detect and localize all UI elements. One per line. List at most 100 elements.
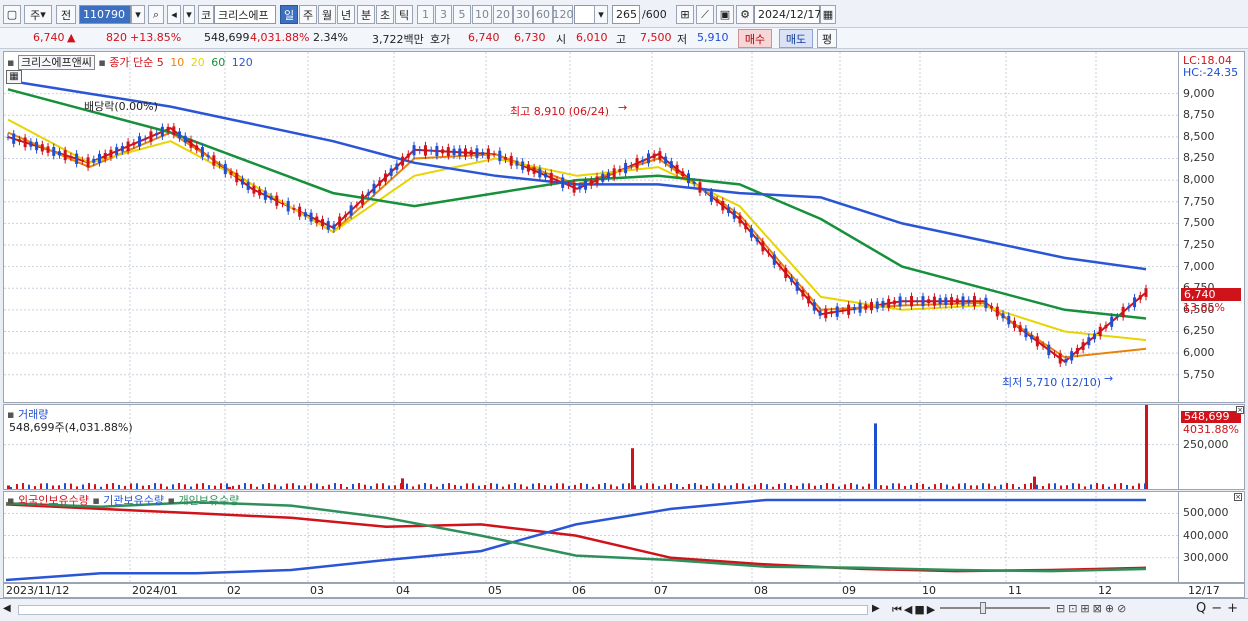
volume-bar: [1072, 483, 1074, 489]
x-axis-label: 2023/11/12: [6, 584, 70, 597]
bid-label: 호가: [430, 33, 451, 46]
horizontal-scrollbar[interactable]: [18, 605, 868, 615]
volume-bar: [976, 485, 978, 489]
grid-toggle-icon[interactable]: ▦: [6, 70, 22, 84]
interval-10-button[interactable]: 10: [472, 5, 492, 24]
save-icon[interactable]: ▣: [716, 5, 734, 24]
candle-body: [92, 159, 96, 163]
price-legend: ▪ 크리스에프앤씨 ▪ 종가 단순 5 10 20 60 120: [7, 54, 253, 70]
name-prefix-button[interactable]: 코: [198, 5, 214, 24]
candle-body: [86, 157, 90, 168]
volume-bar: [580, 483, 582, 489]
candle-body: [767, 252, 771, 254]
interval-1-button[interactable]: 1: [417, 5, 434, 24]
volume-bar: [280, 486, 282, 489]
zoom-slider[interactable]: [940, 607, 1050, 609]
playback-controls[interactable]: ⏮◀■▶: [892, 603, 937, 617]
volume-bar: [454, 484, 456, 489]
interval-30-button[interactable]: 30: [513, 5, 533, 24]
interval-120-button[interactable]: 120: [553, 5, 574, 24]
ma-10-label: 10: [170, 56, 185, 69]
buy-button[interactable]: 매수: [738, 29, 772, 48]
evaluate-button[interactable]: 평: [817, 29, 837, 48]
volume-bar: [1006, 483, 1008, 489]
x-axis-last-date: 12/17: [1188, 584, 1220, 597]
speaker-icon[interactable]: ◂: [167, 5, 181, 24]
market-select[interactable]: 주 ▾: [24, 5, 52, 24]
period-minute-button[interactable]: 분: [357, 5, 375, 24]
period-second-button[interactable]: 초: [376, 5, 394, 24]
scroll-right-icon[interactable]: ▶: [872, 603, 884, 617]
gear-icon[interactable]: ⚙: [736, 5, 754, 24]
code-dropdown-icon[interactable]: ▾: [131, 5, 145, 24]
pane-close-icon[interactable]: ×: [1236, 406, 1244, 414]
candle-body: [338, 216, 342, 227]
interval-20-button[interactable]: 20: [493, 5, 513, 24]
candle-body: [23, 137, 27, 148]
search-icon[interactable]: ⌕: [148, 5, 164, 24]
candle-body: [1087, 337, 1091, 346]
count-input[interactable]: 265: [612, 5, 640, 24]
ma-legend-label: 종가 단순: [109, 56, 154, 69]
volume-bar: [190, 486, 192, 489]
candle-body: [709, 191, 713, 202]
candle-body: [429, 150, 433, 152]
candle-body: [1138, 295, 1142, 300]
candle-body: [355, 204, 359, 206]
volume-bar: [544, 485, 546, 489]
pane-close-icon[interactable]: ×: [1234, 493, 1242, 501]
volume-bar: [214, 485, 216, 489]
market-mode-button[interactable]: 전: [56, 5, 76, 24]
layout-tools-icon[interactable]: ⊟⊡⊞⊠⊕⊘: [1056, 602, 1129, 615]
period-day-button[interactable]: 일: [280, 5, 298, 24]
candle-body: [80, 160, 84, 162]
candle-body: [149, 131, 153, 142]
candle-body: [258, 189, 262, 196]
candle-body: [858, 303, 862, 313]
volume-bar: [1102, 484, 1104, 489]
zoom-slider-handle[interactable]: [980, 602, 986, 614]
candle-body: [212, 155, 216, 166]
volume-bar: [604, 483, 606, 489]
candle-body: [46, 146, 50, 153]
stock-code-input[interactable]: 110790: [79, 5, 131, 24]
candle-body: [195, 145, 199, 150]
candle-body: [526, 164, 530, 172]
volume-bar: [508, 484, 510, 489]
window-icon[interactable]: ▢: [3, 5, 21, 24]
x-axis-label: 06: [572, 584, 586, 597]
period-tick-button[interactable]: 틱: [395, 5, 413, 24]
candle-body: [698, 182, 702, 193]
interval-dropdown-icon[interactable]: ▾: [594, 5, 608, 24]
volume-percent: 4,031.88%: [250, 31, 310, 44]
volume-bar: [958, 483, 960, 489]
sell-button[interactable]: 매도: [779, 29, 813, 48]
speaker-dropdown-icon[interactable]: ▾: [183, 5, 195, 24]
date-input[interactable]: 2024/12/17: [754, 5, 821, 24]
interval-3-button[interactable]: 3: [435, 5, 452, 24]
period-year-button[interactable]: 년: [337, 5, 355, 24]
price-tick-label: 8,750: [1183, 108, 1215, 122]
chart-tools-icon[interactable]: ⊞: [676, 5, 694, 24]
calendar-icon[interactable]: ▦: [820, 5, 836, 24]
scroll-left-icon[interactable]: ◀: [3, 603, 15, 617]
volume-bar: [664, 484, 666, 489]
interval-60-button[interactable]: 60: [533, 5, 553, 24]
stock-name-label[interactable]: 크리스에프앤씨: [17, 55, 95, 70]
volume-bar: [100, 486, 102, 489]
volume-bar: [754, 484, 756, 489]
candle-body: [229, 171, 233, 175]
candle-body: [812, 302, 816, 311]
volume-bar: [1042, 486, 1044, 489]
zoom-controls-icon[interactable]: Q−+: [1196, 601, 1243, 616]
volume-bar: [1096, 483, 1098, 489]
candle-body: [938, 298, 942, 305]
draw-tool-icon[interactable]: ⟋: [696, 5, 714, 24]
period-week-button[interactable]: 주: [299, 5, 317, 24]
period-month-button[interactable]: 월: [318, 5, 336, 24]
volume-bar: [598, 484, 600, 489]
stock-name-field[interactable]: 크리스에프: [214, 5, 276, 24]
price-tick-label: 8,500: [1183, 129, 1215, 143]
interval-5-button[interactable]: 5: [453, 5, 471, 24]
volume-bar: [328, 484, 330, 489]
